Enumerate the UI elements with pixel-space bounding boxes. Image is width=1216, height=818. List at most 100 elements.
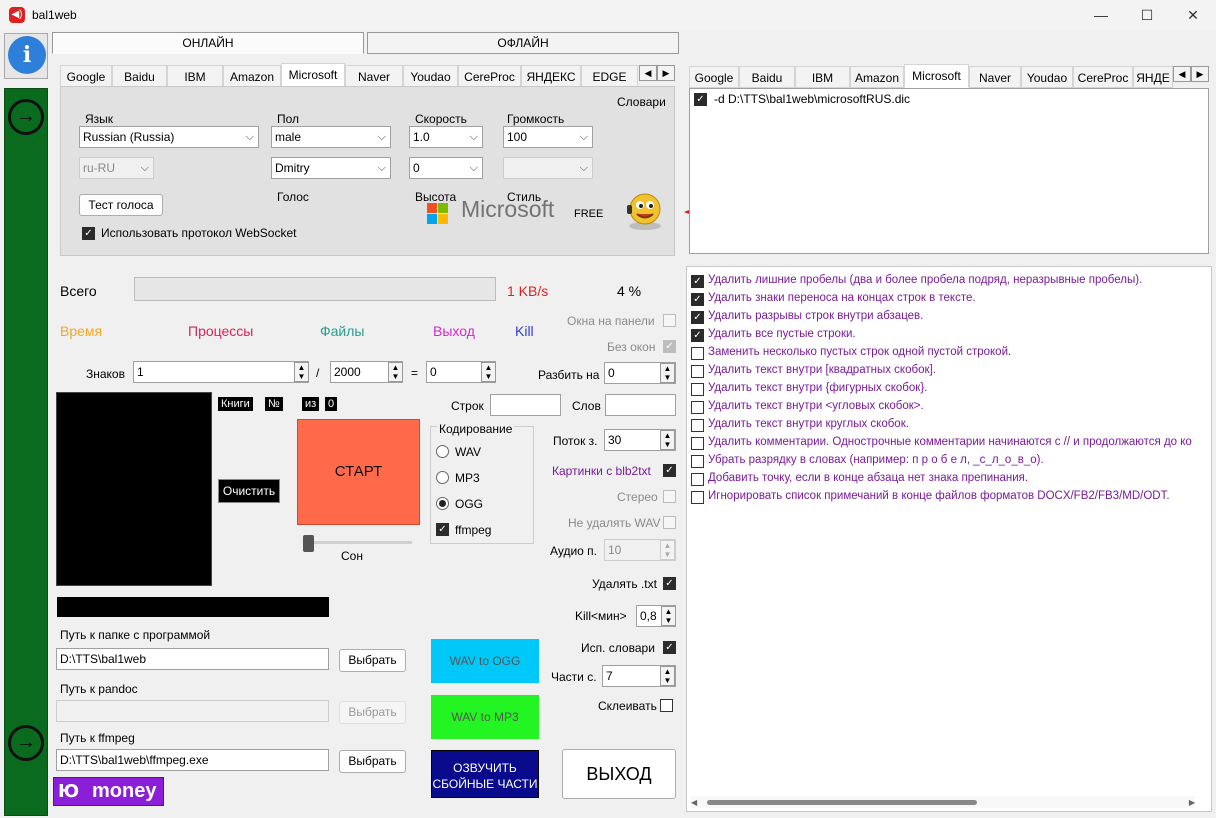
text-option-checkbox[interactable]: ✓ [691, 275, 704, 288]
text-option-item[interactable]: Удалить текст внутри [квадратных скобок]… [690, 364, 1210, 380]
text-option-item[interactable]: Удалить текст внутри {фигурных скобок}. [690, 382, 1210, 398]
kill-minutes-spinner[interactable]: ▲ ▼ [661, 606, 676, 626]
split-spinner[interactable]: ▲ ▼ [660, 363, 675, 383]
ogg-radio[interactable] [436, 497, 449, 510]
text-option-checkbox[interactable] [691, 365, 704, 378]
threads-spinner[interactable]: ▲ ▼ [660, 430, 675, 450]
dictionary-checkbox[interactable]: ✓ [694, 93, 707, 106]
text-option-item[interactable]: Удалить текст внутри <угловых скобок>. [690, 400, 1210, 416]
chars-to-spinner[interactable]: ▲ ▼ [388, 362, 403, 382]
text-option-item[interactable]: ✓ Удалить разрывы строк внутри абзацев. [690, 310, 1210, 326]
lines-input[interactable] [490, 394, 561, 416]
exit-button[interactable]: ВЫХОД [562, 749, 676, 799]
tab-yandex[interactable]: ЯНДЕ [1133, 66, 1173, 88]
wav-to-ogg-button[interactable]: WAV to OGG [431, 639, 539, 683]
audio-spinner[interactable]: ▲ ▼ [660, 540, 675, 560]
text-option-item[interactable]: Заменить несколько пустых строк одной пу… [690, 346, 1210, 362]
chars-from-spinner[interactable]: ▲ ▼ [294, 362, 309, 382]
sleep-slider-thumb[interactable] [303, 535, 314, 552]
tab-ibm[interactable]: IBM [795, 66, 850, 88]
tab-google[interactable]: Google [60, 65, 112, 87]
stereo-checkbox[interactable] [663, 490, 676, 503]
tab-scroll-left-icon[interactable]: ◀ [1173, 66, 1191, 82]
text-option-item[interactable]: ✓ Удалить знаки переноса на концах строк … [690, 292, 1210, 308]
speed-select[interactable]: 1.0 ⌵ [409, 126, 483, 148]
offline-tab[interactable]: ОФЛАЙН [367, 32, 679, 54]
chars-result-spinner[interactable]: ▲ ▼ [481, 362, 496, 382]
text-option-checkbox[interactable] [691, 437, 704, 450]
text-option-item[interactable]: ✓ Удалить лишние пробелы (два и более про… [690, 274, 1210, 290]
chars-from-input[interactable]: 1 [133, 361, 309, 383]
minimize-button[interactable]: — [1078, 0, 1124, 30]
choose-ffmpeg-button[interactable]: Выбрать [339, 750, 406, 773]
tab-google[interactable]: Google [689, 66, 739, 88]
tab-microsoft[interactable]: Microsoft [904, 64, 969, 88]
volume-select[interactable]: 100 ⌵ [503, 126, 593, 148]
style-select[interactable]: ⌵ [503, 157, 593, 179]
ffmpeg-path-input[interactable]: D:\TTS\bal1web\ffmpeg.exe [56, 749, 329, 771]
text-option-item[interactable]: Удалить комментарии. Однострочные коммен… [690, 436, 1210, 452]
text-option-item[interactable]: ✓ Удалить все пустые строки. [690, 328, 1210, 344]
horizontal-scrollbar[interactable]: ◀ ▶ [691, 796, 1195, 808]
tab-cereproc[interactable]: CereProc [1073, 66, 1133, 88]
pitch-select[interactable]: 0 ⌵ [409, 157, 483, 179]
tab-amazon[interactable]: Amazon [850, 66, 904, 88]
tab-microsoft[interactable]: Microsoft [281, 63, 345, 87]
text-option-checkbox[interactable] [691, 473, 704, 486]
text-option-item[interactable]: Убрать разрядку в словах (например: п р … [690, 454, 1210, 470]
text-option-checkbox[interactable] [691, 455, 704, 468]
text-option-item[interactable]: Удалить текст внутри круглых скобок. [690, 418, 1210, 434]
close-button[interactable]: ✕ [1170, 0, 1216, 30]
choose-program-button[interactable]: Выбрать [339, 649, 406, 672]
scroll-right-icon[interactable]: ▶ [1189, 798, 1195, 807]
tray-checkbox[interactable] [663, 314, 676, 327]
keep-wav-checkbox[interactable] [663, 516, 676, 529]
choose-pandoc-button[interactable]: Выбрать [339, 701, 406, 724]
info-icon[interactable]: i [8, 36, 46, 74]
scroll-left-icon[interactable]: ◀ [691, 798, 697, 807]
tab-ibm[interactable]: IBM [167, 65, 223, 87]
wav-to-mp3-button[interactable]: WAV to MP3 [431, 695, 539, 739]
tab-amazon[interactable]: Amazon [223, 65, 281, 87]
info-panel[interactable]: i [4, 33, 48, 79]
text-option-item[interactable]: Игнорировать список примечаний в конце ф… [690, 490, 1210, 506]
parts-spinner[interactable]: ▲ ▼ [660, 666, 675, 686]
delete-txt-checkbox[interactable]: ✓ [663, 577, 676, 590]
text-option-checkbox[interactable] [691, 491, 704, 504]
online-tab[interactable]: ОНЛАЙН [52, 32, 364, 54]
scrollbar-thumb[interactable] [707, 800, 977, 805]
text-option-checkbox[interactable] [691, 419, 704, 432]
ffmpeg-checkbox[interactable]: ✓ [436, 523, 449, 536]
text-option-checkbox[interactable] [691, 347, 704, 360]
text-option-item[interactable]: Добавить точку, если в конце абзаца нет … [690, 472, 1210, 488]
tab-youdao[interactable]: Youdao [403, 65, 458, 87]
text-option-checkbox[interactable]: ✓ [691, 329, 704, 342]
no-windows-checkbox[interactable]: ✓ [663, 340, 676, 353]
websocket-checkbox[interactable]: ✓ [82, 227, 95, 240]
start-button[interactable]: СТАРТ [297, 419, 420, 525]
tab-youdao[interactable]: Youdao [1021, 66, 1073, 88]
text-option-checkbox[interactable] [691, 401, 704, 414]
voice-select[interactable]: Dmitry ⌵ [271, 157, 391, 179]
use-dict-checkbox[interactable]: ✓ [663, 641, 676, 654]
text-option-checkbox[interactable]: ✓ [691, 293, 704, 306]
text-option-checkbox[interactable] [691, 383, 704, 396]
arrow-right-icon[interactable]: → [8, 99, 44, 135]
clear-button[interactable]: Очистить [218, 479, 280, 503]
pictures-checkbox[interactable]: ✓ [663, 464, 676, 477]
tab-yandex[interactable]: ЯНДЕКС [521, 65, 581, 87]
wav-radio[interactable] [436, 445, 449, 458]
tab-naver[interactable]: Naver [969, 66, 1021, 88]
tab-cereproc[interactable]: CereProc [458, 65, 521, 87]
voice-failed-parts-button[interactable]: ОЗВУЧИТЬ СБОЙНЫЕ ЧАСТИ [431, 750, 539, 798]
mp3-radio[interactable] [436, 471, 449, 484]
tab-scroll-right-icon[interactable]: ▶ [657, 65, 675, 81]
tab-scroll-right-icon[interactable]: ▶ [1191, 66, 1209, 82]
arrow-right-icon[interactable]: → [8, 725, 44, 761]
text-option-checkbox[interactable]: ✓ [691, 311, 704, 324]
test-voice-button[interactable]: Тест голоса [79, 194, 163, 216]
money-logo[interactable]: Ю money [53, 777, 164, 806]
sleep-slider-track[interactable] [306, 541, 412, 544]
tab-naver[interactable]: Naver [345, 65, 403, 87]
program-path-input[interactable]: D:\TTS\bal1web [56, 648, 329, 670]
